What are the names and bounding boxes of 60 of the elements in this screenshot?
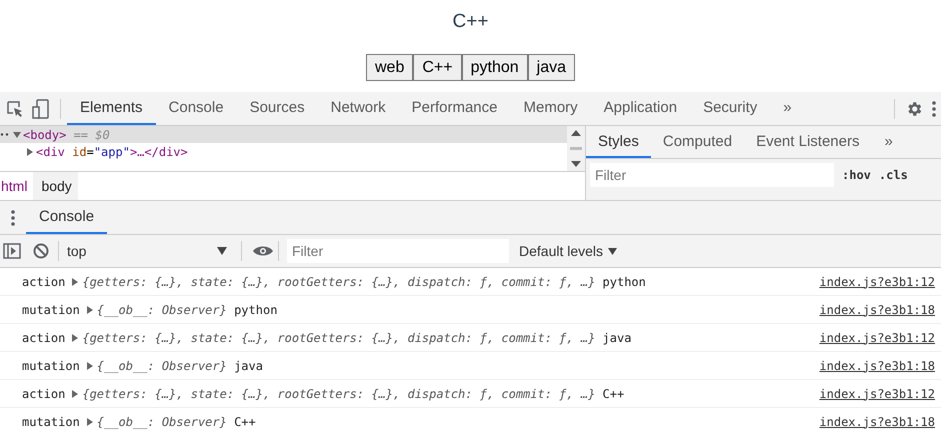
- caret-icon[interactable]: [86, 418, 94, 426]
- source-link[interactable]: index.js?e3b1:18: [819, 358, 935, 372]
- sidebar-tab[interactable]: Styles: [586, 126, 651, 158]
- ellipsis-icon[interactable]: [0, 133, 10, 136]
- scrollbar-thumb[interactable]: [570, 147, 582, 150]
- logged-value: {getters: {…}, state: {…}, rootGetters: {…}, dispatch: ƒ, commit: ƒ, …} C++: [82, 386, 624, 400]
- logged-value: {getters: {…}, state: {…}, rootGetters: {…}, dispatch: ƒ, commit: ƒ, …} python: [82, 274, 646, 288]
- devtools-tab[interactable]: Security: [690, 92, 770, 125]
- caret-icon[interactable]: [86, 362, 94, 370]
- sidebar-tab[interactable]: Event Listeners: [744, 126, 872, 158]
- caret-icon[interactable]: [71, 334, 80, 342]
- breadcrumb[interactable]: body: [33, 172, 78, 200]
- hov-toggle[interactable]: :hov: [842, 168, 871, 182]
- logged-value: {__ob__: Observer} java: [96, 358, 263, 372]
- message-label: mutation: [22, 358, 80, 372]
- dom-node[interactable]: <body> == $0: [23, 128, 110, 142]
- scroll-up-icon[interactable]: [571, 130, 581, 136]
- source-link[interactable]: index.js?e3b1:12: [819, 274, 935, 288]
- dropdown-arrow-icon[interactable]: [608, 248, 618, 254]
- devtools-tab[interactable]: Performance: [398, 92, 510, 125]
- message-label: action: [22, 386, 66, 400]
- more-tabs[interactable]: »: [770, 92, 805, 125]
- caret-icon[interactable]: [13, 130, 21, 138]
- more-tabs[interactable]: »: [871, 126, 906, 158]
- styles-filter-field[interactable]: Filter: [590, 163, 834, 187]
- source-link[interactable]: index.js?e3b1:18: [819, 414, 935, 428]
- logged-value: {__ob__: Observer} C++: [96, 414, 256, 428]
- source-link[interactable]: index.js?e3b1:12: [819, 330, 935, 344]
- scrollbar[interactable]: [567, 126, 585, 171]
- message-label: action: [22, 274, 66, 288]
- devtools-tab[interactable]: Application: [590, 92, 690, 125]
- logged-value: {getters: {…}, state: {…}, rootGetters: {…}, dispatch: ƒ, commit: ƒ, …} java: [82, 330, 632, 344]
- message-label: mutation: [22, 302, 80, 316]
- logged-value: {__ob__: Observer} python: [96, 302, 278, 316]
- levels-dropdown[interactable]: Default levels: [519, 243, 604, 259]
- language-button[interactable]: web: [366, 54, 414, 81]
- caret-icon[interactable]: [26, 148, 34, 156]
- console-filter-field[interactable]: Filter: [287, 239, 509, 263]
- dropdown-arrow-icon[interactable]: [217, 247, 227, 255]
- caret-icon[interactable]: [71, 390, 80, 398]
- dom-node[interactable]: <div id="app">…</div>: [36, 144, 188, 158]
- cls-toggle[interactable]: .cls: [878, 168, 908, 182]
- language-button[interactable]: java: [528, 54, 575, 81]
- devtools-tab[interactable]: Console: [156, 92, 237, 125]
- devtools-tab[interactable]: Network: [318, 92, 399, 125]
- devtools-tab[interactable]: Memory: [510, 92, 591, 125]
- caret-icon[interactable]: [86, 306, 94, 314]
- message-label: action: [22, 330, 66, 344]
- source-link[interactable]: index.js?e3b1:18: [819, 302, 935, 316]
- context-select[interactable]: top: [63, 243, 235, 259]
- devtools-tab[interactable]: Sources: [236, 92, 318, 125]
- caret-icon[interactable]: [71, 278, 80, 286]
- source-link[interactable]: index.js?e3b1:12: [819, 386, 935, 400]
- scroll-down-icon[interactable]: [571, 161, 581, 167]
- breadcrumb[interactable]: html: [0, 172, 34, 200]
- language-button[interactable]: C++: [413, 54, 462, 81]
- message-label: mutation: [22, 414, 80, 428]
- sidebar-tab[interactable]: Computed: [650, 126, 744, 158]
- language-button[interactable]: python: [462, 54, 528, 81]
- page-heading: C++: [452, 11, 488, 34]
